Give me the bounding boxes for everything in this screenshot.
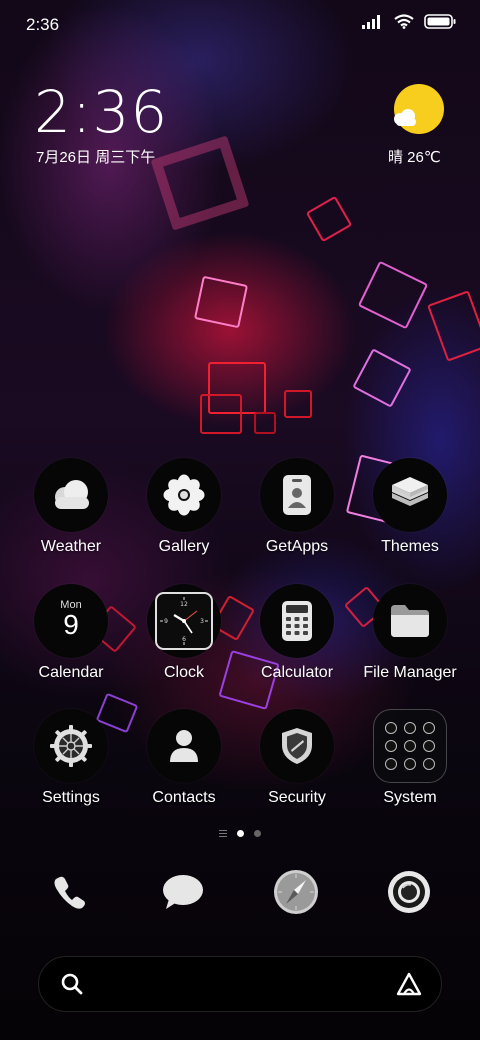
mini-app-icon — [404, 721, 416, 734]
status-bar: 2:36 — [0, 0, 480, 50]
clock-icon: 12 3 6 9 — [147, 584, 221, 658]
assistant-icon[interactable] — [395, 971, 423, 997]
mini-app-icon — [404, 739, 416, 752]
search-icon[interactable] — [59, 971, 85, 997]
camera-icon — [388, 871, 430, 913]
app-label: Gallery — [158, 538, 210, 555]
search-bar[interactable] — [38, 956, 442, 1012]
mini-app-icon — [423, 721, 435, 734]
app-label: Calculator — [260, 664, 334, 681]
app-label: File Manager — [363, 664, 457, 681]
app-gallery[interactable]: Gallery — [128, 458, 240, 556]
home-clock[interactable]: 2:36 — [34, 78, 168, 146]
mini-app-icon — [385, 721, 397, 734]
app-settings[interactable]: Settings — [15, 709, 127, 807]
layers-icon — [373, 458, 447, 532]
status-time: 2:36 — [26, 15, 60, 34]
shield-icon — [260, 709, 334, 783]
app-label: System — [383, 789, 437, 806]
phone-icon — [54, 876, 85, 909]
app-label: Calendar — [38, 664, 104, 681]
weather-summary[interactable]: 晴 26℃ — [388, 146, 441, 167]
wifi-icon — [394, 14, 414, 29]
app-weather[interactable]: Weather — [15, 458, 127, 556]
calculator-icon — [260, 584, 334, 658]
app-folder-system[interactable]: System — [354, 709, 466, 807]
svg-text:12: 12 — [180, 601, 188, 608]
sun-cloud-icon[interactable] — [388, 82, 446, 136]
messages-icon — [163, 875, 203, 909]
app-getapps[interactable]: GetApps — [241, 458, 353, 556]
app-label: Clock — [163, 664, 204, 681]
app-themes[interactable]: Themes — [354, 458, 466, 556]
calendar-icon: Mon 9 — [34, 584, 108, 658]
app-label: Contacts — [152, 789, 216, 806]
gear-icon — [34, 709, 108, 783]
signal-icon — [362, 14, 380, 29]
page-indicator[interactable] — [0, 830, 480, 837]
svg-text:9: 9 — [164, 618, 168, 625]
app-label: GetApps — [265, 538, 329, 555]
svg-text:6: 6 — [182, 636, 186, 643]
app-file-manager[interactable]: File Manager — [354, 584, 466, 682]
dock-browser[interactable] — [264, 860, 328, 924]
home-date[interactable]: 7月26日 周三下午 — [36, 146, 155, 167]
battery-icon — [424, 14, 456, 29]
app-clock[interactable]: 12 3 6 9 Clock — [128, 584, 240, 682]
person-icon — [147, 709, 221, 783]
mini-app-icon — [385, 739, 397, 752]
browser-compass-icon — [274, 870, 318, 914]
calendar-day-number: 9 — [63, 609, 79, 640]
folder-icon — [373, 584, 447, 658]
app-security[interactable]: Security — [241, 709, 353, 807]
app-label: Settings — [42, 789, 100, 806]
hamburger-icon[interactable] — [219, 830, 227, 837]
weather-app-icon — [34, 458, 108, 532]
app-label: Security — [268, 789, 326, 806]
getapps-icon — [260, 458, 334, 532]
app-contacts[interactable]: Contacts — [128, 709, 240, 807]
page-dot-active[interactable] — [237, 830, 244, 837]
app-label: Weather — [40, 538, 102, 555]
flower-icon — [147, 458, 221, 532]
app-label: Themes — [381, 538, 439, 555]
mini-app-icon — [423, 758, 435, 771]
page-dot[interactable] — [254, 830, 261, 837]
mini-app-icon — [385, 758, 397, 771]
app-folder-icon — [373, 709, 447, 783]
dock-phone[interactable] — [38, 860, 102, 924]
svg-text:3: 3 — [200, 618, 204, 625]
dock-messages[interactable] — [151, 860, 215, 924]
app-calendar[interactable]: Mon 9 Calendar — [15, 584, 127, 682]
mini-app-icon — [423, 739, 435, 752]
mini-app-icon — [404, 758, 416, 771]
app-calculator[interactable]: Calculator — [241, 584, 353, 682]
dock-camera[interactable] — [377, 860, 441, 924]
